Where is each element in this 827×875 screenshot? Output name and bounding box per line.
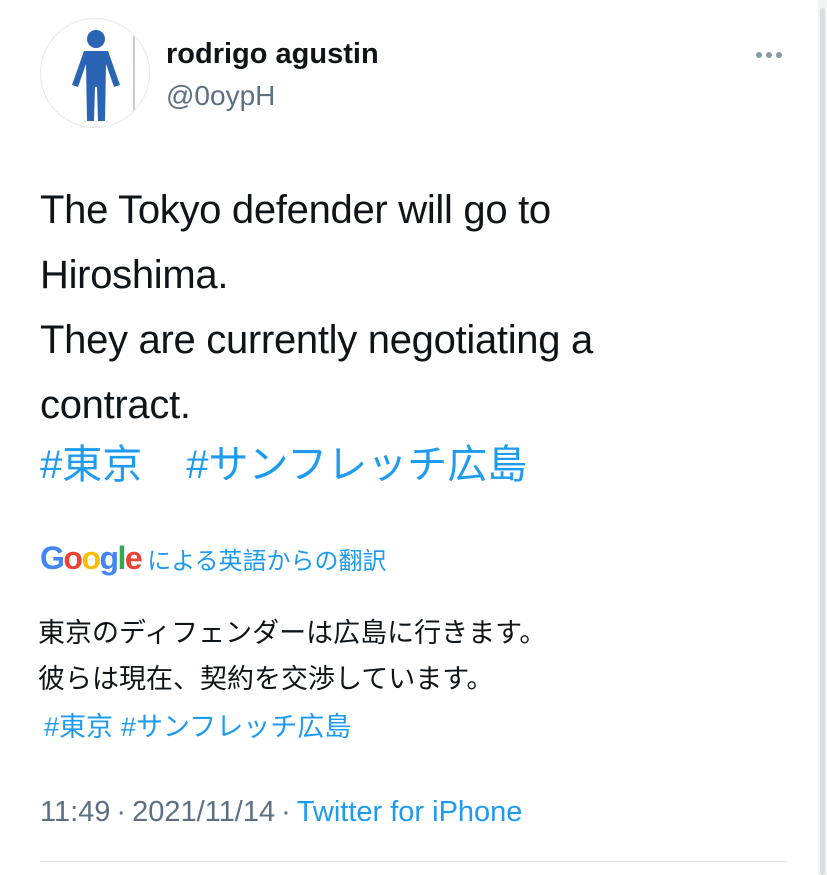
tweet-source-link[interactable]: Twitter for iPhone bbox=[297, 796, 523, 828]
author-display-name[interactable]: rodrigo agustin bbox=[166, 38, 379, 71]
meta-separator: · bbox=[281, 796, 291, 828]
scrollbar-track[interactable] bbox=[818, 0, 827, 875]
tweet-meta: 11:49 · 2021/11/14 · Twitter for iPhone bbox=[40, 796, 522, 829]
author-handle[interactable]: @0oypH bbox=[166, 80, 275, 112]
more-horizontal-icon bbox=[766, 52, 772, 58]
tweet-text-line: Hiroshima. bbox=[40, 253, 229, 297]
more-options-button[interactable] bbox=[748, 44, 790, 66]
hashtag-link[interactable]: #サンフレッチ広島 bbox=[186, 443, 527, 487]
translated-text-line: 東京のディフェンダーは広島に行きます。 bbox=[38, 618, 547, 648]
divider bbox=[40, 861, 787, 862]
translated-text-line: 彼らは現在、契約を交渉しています。 bbox=[38, 664, 494, 694]
tweet-hashtags: #東京 #サンフレッチ広島 bbox=[40, 434, 527, 496]
translated-hashtag-link[interactable]: #サンフレッチ広島 bbox=[121, 712, 351, 742]
meta-separator: · bbox=[116, 796, 127, 828]
translation-label[interactable]: による英語からの翻訳 bbox=[147, 541, 386, 576]
tweet-text-line: They are currently negotiating a bbox=[40, 318, 593, 362]
tweet-date[interactable]: 2021/11/14 bbox=[132, 796, 275, 828]
translated-text: 東京のディフェンダーは広島に行きます。 彼らは現在、契約を交渉しています。 bbox=[38, 610, 738, 702]
more-horizontal-icon bbox=[776, 52, 782, 58]
translated-hashtag-link[interactable]: #東京 bbox=[44, 712, 113, 742]
tweet-text-line: contract. bbox=[40, 383, 191, 427]
hashtag-link[interactable]: #東京 bbox=[40, 443, 142, 487]
tweet-time[interactable]: 11:49 bbox=[40, 796, 110, 828]
person-figure-icon bbox=[72, 19, 135, 127]
tweet-text-line: The Tokyo defender will go to bbox=[40, 188, 551, 232]
google-logo: Google bbox=[40, 540, 143, 576]
more-horizontal-icon bbox=[756, 52, 762, 58]
translated-hashtags: #東京 #サンフレッチ広島 bbox=[44, 707, 351, 747]
translation-header: Google による英語からの翻訳 bbox=[40, 540, 387, 577]
scrollbar-thumb[interactable] bbox=[820, 8, 825, 875]
tweet-text: The Tokyo defender will go to Hiroshima.… bbox=[40, 178, 730, 438]
avatar[interactable] bbox=[40, 18, 150, 128]
